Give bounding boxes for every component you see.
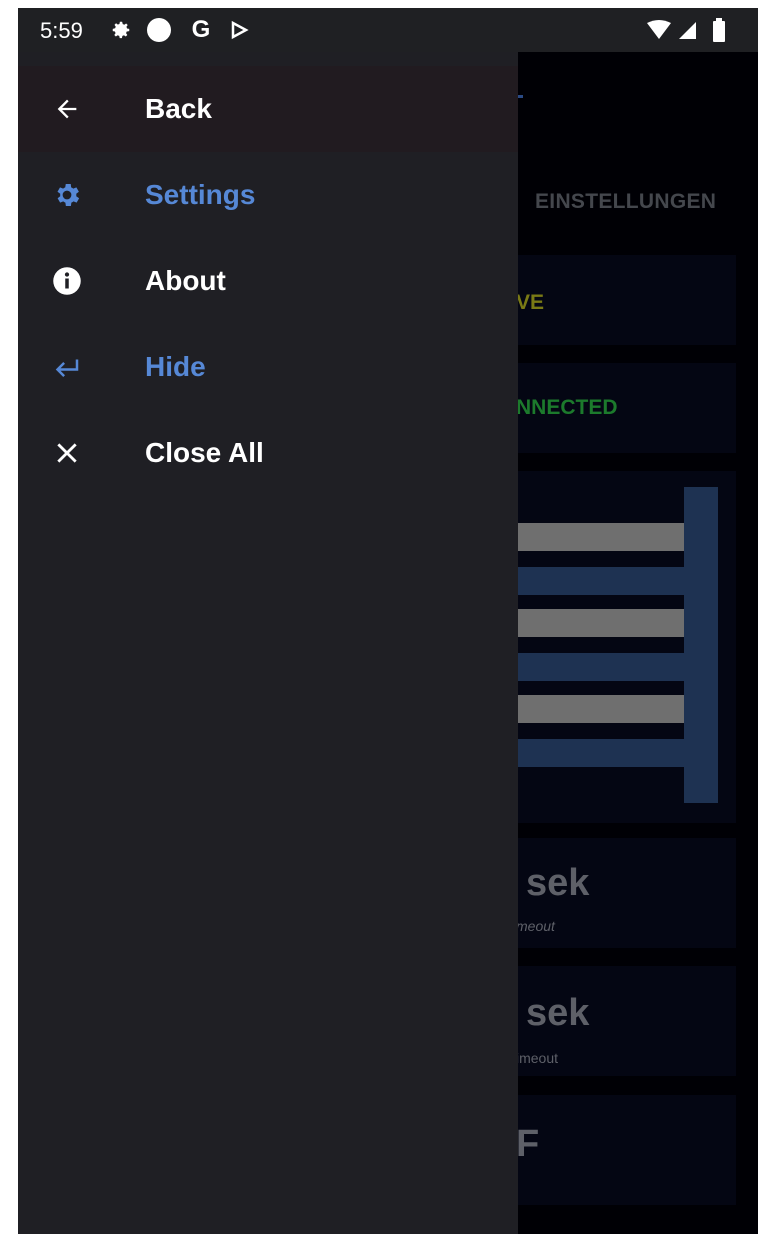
menu-item-hide[interactable]: Hide xyxy=(18,324,518,410)
signal-icon xyxy=(674,17,700,43)
google-icon: G xyxy=(191,16,211,43)
menu-item-close-all[interactable]: Close All xyxy=(18,410,518,496)
connection-status-text: NNECTED xyxy=(516,396,618,419)
menu-item-label: Back xyxy=(145,93,212,124)
menu-item-back[interactable]: Back xyxy=(18,66,518,152)
status-time: 5:59 xyxy=(40,18,83,43)
menu-item-label: Settings xyxy=(145,179,256,210)
blue-bar xyxy=(508,567,684,595)
circle-icon xyxy=(146,17,172,43)
blue-bar xyxy=(508,739,684,767)
return-arrow-icon xyxy=(52,352,82,382)
timeout-value: sek xyxy=(526,862,590,904)
arrow-left-icon xyxy=(52,94,82,124)
menu-item-label: Hide xyxy=(145,351,206,382)
status-card-connection: NNECTED xyxy=(508,363,736,453)
timeout-card-2: sek imeout xyxy=(508,966,736,1076)
timeout-label: imeout xyxy=(516,1050,559,1066)
menu-item-label: Close All xyxy=(145,437,264,468)
status-bar: 5:59 G xyxy=(18,8,758,52)
settings-icon xyxy=(108,17,134,43)
menu-item-about[interactable]: About xyxy=(18,238,518,324)
timeout-label: meout xyxy=(516,918,555,934)
grey-bar xyxy=(508,523,684,551)
status-card-text: VE xyxy=(516,291,545,314)
play-store-icon xyxy=(226,17,252,43)
bars-card xyxy=(508,471,736,823)
timeout-card-1: sek meout xyxy=(508,838,736,948)
wifi-icon xyxy=(646,17,672,43)
gear-icon xyxy=(52,180,82,210)
menu-item-settings[interactable]: Settings xyxy=(18,152,518,238)
timeout-value: sek xyxy=(526,992,590,1034)
bottom-card: F xyxy=(508,1095,736,1205)
grey-bar xyxy=(508,609,684,637)
status-card-activity: VE xyxy=(508,255,736,345)
tab-einstellungen[interactable]: EINSTELLUNGEN xyxy=(535,190,716,214)
navigation-drawer: Back Settings About Hide Close All xyxy=(18,52,518,1234)
grey-bar xyxy=(508,695,684,723)
battery-icon xyxy=(706,17,732,43)
menu-item-label: About xyxy=(145,265,226,296)
bottom-card-text: F xyxy=(516,1123,540,1165)
phone-screen: 5:59 G EINSTELLUNGEN VE NNECTED sek meou… xyxy=(18,8,758,1234)
vertical-bar xyxy=(684,487,718,803)
info-icon xyxy=(52,266,82,296)
close-icon xyxy=(52,438,82,468)
blue-bar xyxy=(508,653,684,681)
